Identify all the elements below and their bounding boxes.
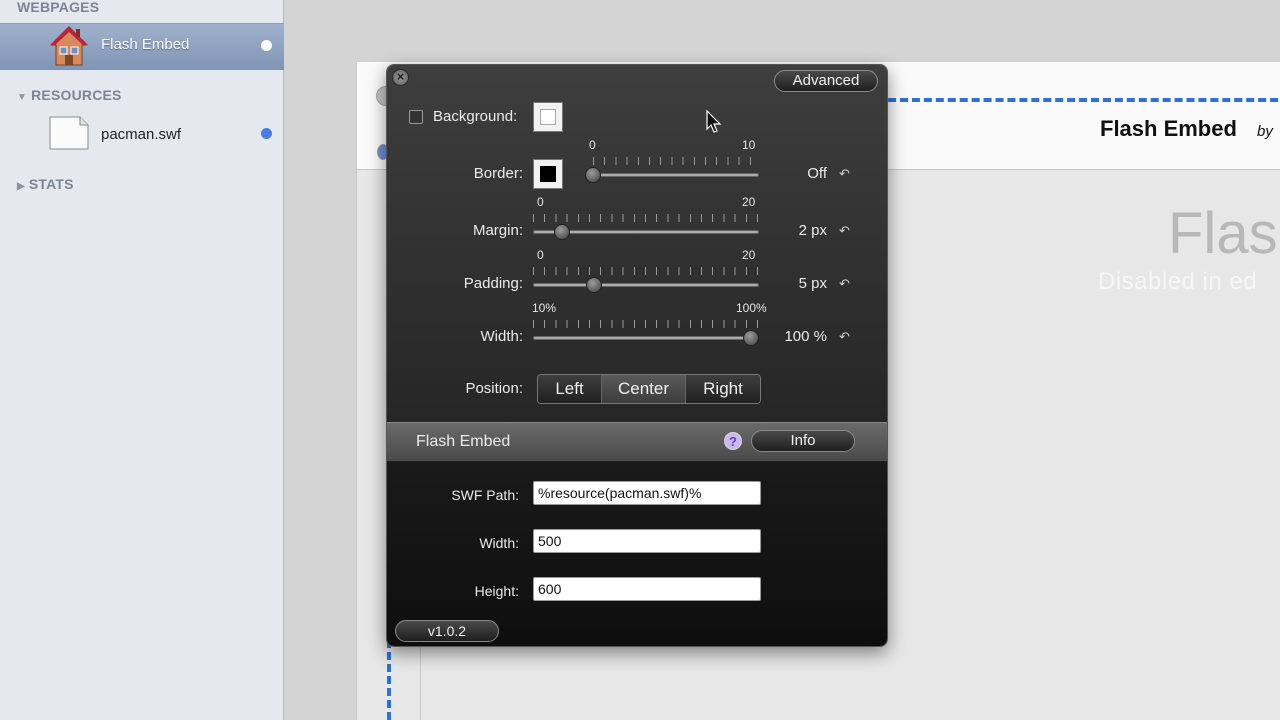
width-max-label: 100% [736,301,767,315]
width-slider-ticks [533,320,759,328]
border-slider-ticks [593,157,759,165]
background-color-well[interactable] [533,102,563,132]
margin-label: Margin: [472,222,523,239]
margin-min-label: 0 [537,195,544,209]
margin-value: 2 px [798,222,827,239]
help-icon[interactable]: ? [724,432,742,450]
advanced-button[interactable]: Advanced [774,70,878,92]
background-checkbox[interactable] [409,110,423,124]
width-min-label: 10% [532,301,557,315]
plugin-height-field[interactable]: 600 [533,577,761,601]
info-button[interactable]: Info [751,430,855,452]
plugin-section-title: Flash Embed [416,433,511,450]
border-slider-knob[interactable] [585,167,601,183]
webpages-heading-label: WEBPAGES [17,0,100,15]
padding-slider-knob[interactable] [586,277,602,293]
flash-placeholder-title: Flas [1168,201,1278,266]
width-label: Width: [480,328,523,345]
position-left-button[interactable]: Left [538,375,602,403]
background-label: Background: [433,108,518,125]
styles-hud-panel: × Advanced Background: 0 10 Border: Off … [386,64,888,647]
plugin-width-label: Width: [479,535,519,551]
house-page-icon [50,26,88,66]
page-status-dot [261,40,272,51]
width-slider-knob[interactable] [743,330,759,346]
padding-value: 5 px [798,275,827,292]
mouse-cursor-icon [706,110,722,133]
position-center-button[interactable]: Center [602,375,686,403]
width-value: 100 % [784,328,827,345]
width-slider[interactable] [533,336,759,340]
resource-status-dot [261,128,272,139]
border-color-well[interactable] [533,159,563,189]
margin-reset-icon[interactable]: ↶ [839,223,850,239]
border-min-label: 0 [589,138,596,152]
site-by-text: by [1257,123,1273,140]
padding-min-label: 0 [537,248,544,262]
swf-path-label: SWF Path: [451,487,519,503]
resources-heading[interactable]: ▼ RESOURCES [17,87,122,103]
border-reset-icon[interactable]: ↶ [839,166,850,182]
margin-slider-ticks [533,214,759,222]
padding-slider[interactable] [533,283,759,287]
padding-label: Padding: [463,275,523,292]
border-value: Off [807,165,827,182]
width-reset-icon[interactable]: ↶ [839,329,850,345]
disclosure-open-icon[interactable]: ▼ [17,92,27,103]
margin-slider-knob[interactable] [554,224,570,240]
stats-heading[interactable]: ▶ STATS [17,176,74,192]
padding-slider-ticks [533,267,759,275]
version-badge[interactable]: v1.0.2 [395,620,499,642]
border-max-label: 10 [742,138,756,152]
disclosure-closed-icon[interactable]: ▶ [17,181,25,192]
close-icon[interactable]: × [392,69,409,86]
flash-disabled-notice: Disabled in ed [1098,268,1258,295]
content-column-edge [420,640,421,720]
padding-reset-icon[interactable]: ↶ [839,276,850,292]
resource-item-pacman[interactable]: pacman.swf [101,126,181,143]
site-title: Flash Embed [1100,116,1237,141]
border-label: Border: [473,165,523,182]
swf-path-field[interactable]: %resource(pacman.swf)% [533,481,761,505]
border-slider[interactable] [593,173,759,177]
sidebar: WEBPAGES Flash Embed ▼ RESOURCES pacman.s… [0,0,284,720]
selection-border-left [387,640,391,720]
webpages-heading[interactable]: WEBPAGES [17,0,99,15]
document-file-icon [49,116,89,150]
position-right-button[interactable]: Right [686,375,760,403]
position-segmented-control: Left Center Right [537,374,761,404]
padding-max-label: 20 [742,248,756,262]
margin-max-label: 20 [742,195,756,209]
plugin-width-field[interactable]: 500 [533,529,761,553]
stats-heading-label: STATS [28,176,74,192]
sidebar-item-label: Flash Embed [101,36,190,53]
plugin-height-label: Height: [474,583,519,599]
position-label: Position: [465,380,523,397]
resources-heading-label: RESOURCES [31,87,122,103]
